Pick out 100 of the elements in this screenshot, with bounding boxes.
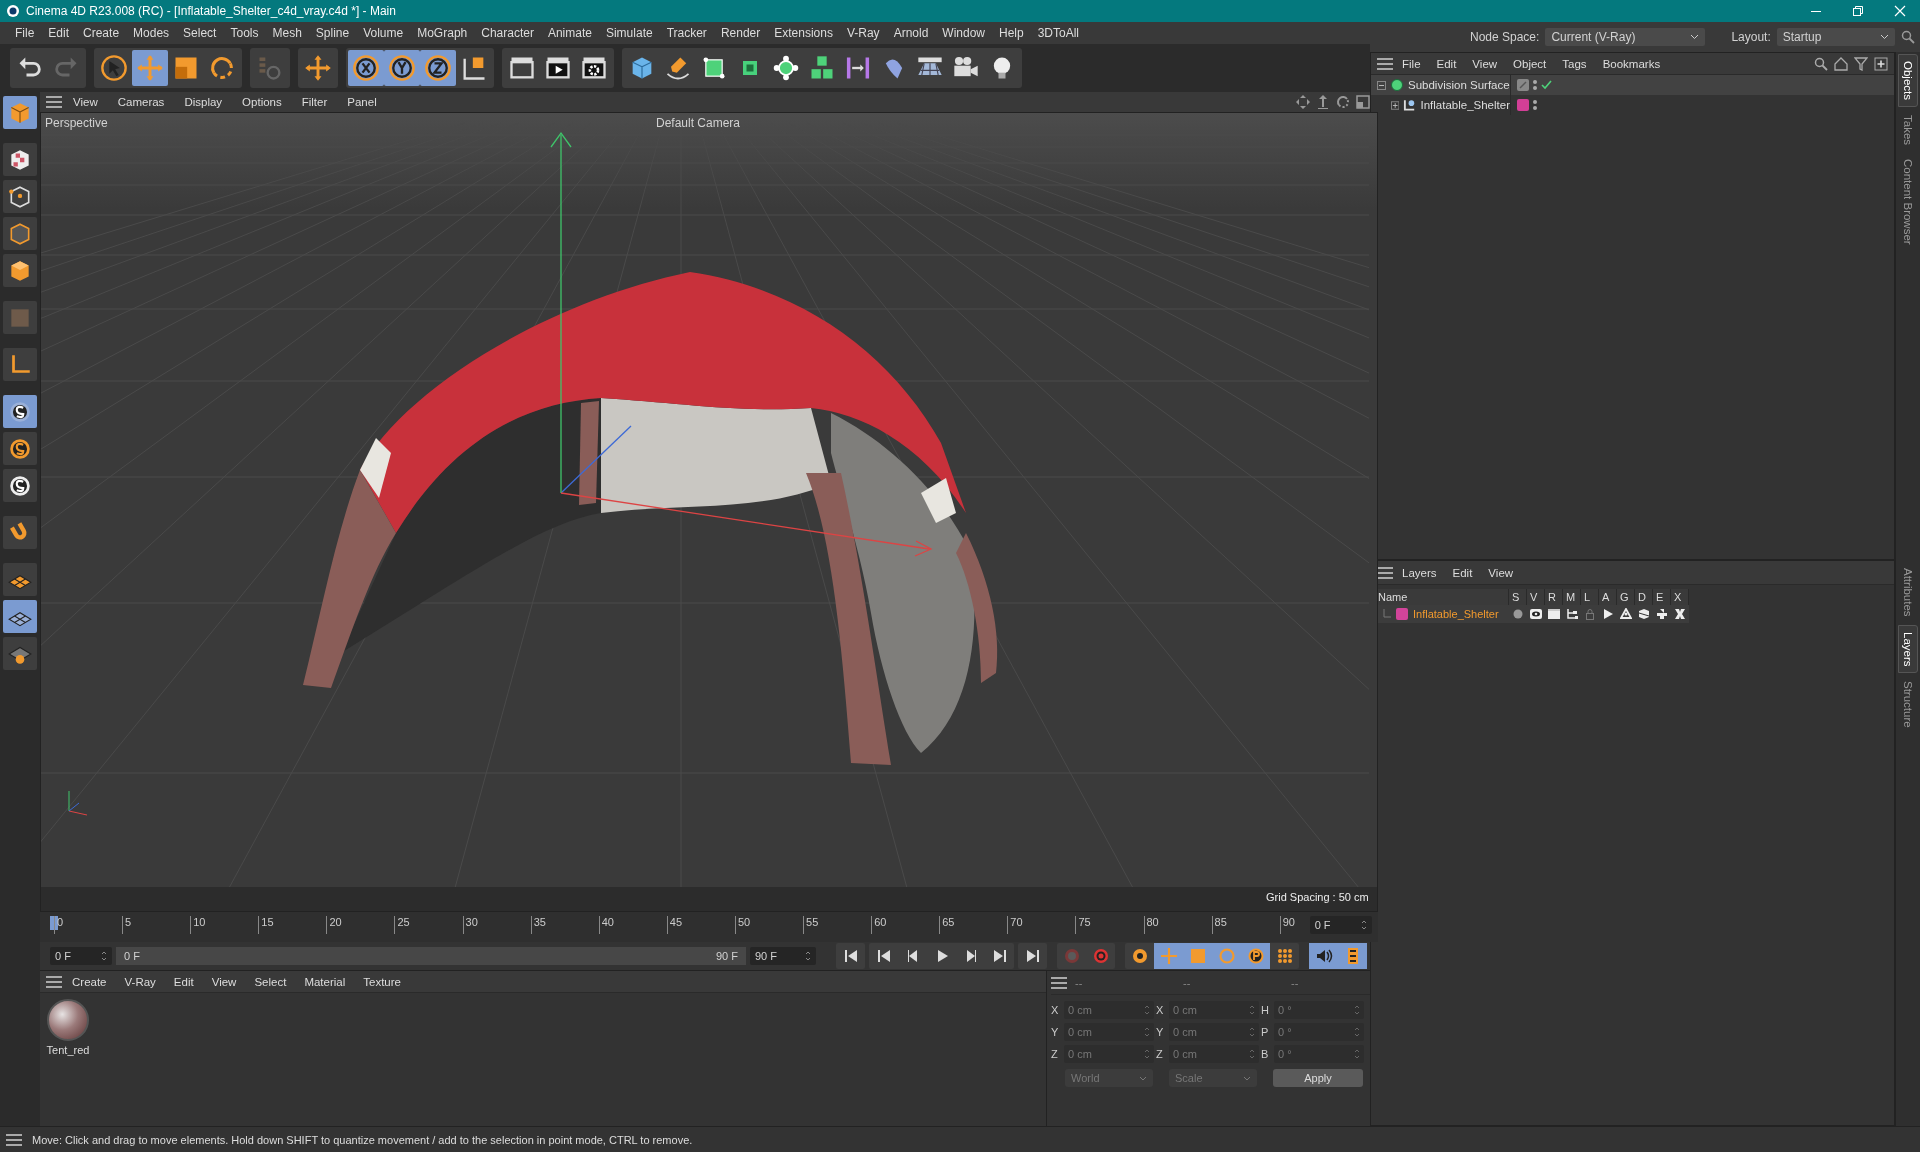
restore-icon[interactable]	[1852, 5, 1864, 17]
spinner-arrows-icon[interactable]	[805, 950, 811, 962]
spinner-arrows-icon[interactable]	[1354, 1048, 1360, 1060]
snap-settings-button[interactable]	[3, 432, 37, 465]
menu-item[interactable]: Animate	[540, 22, 599, 44]
node-space-dropdown[interactable]: Current (V-Ray)	[1545, 28, 1706, 46]
menu-item[interactable]: Edit	[41, 22, 77, 44]
objects-menu-item[interactable]: File	[1395, 57, 1428, 70]
layout-dropdown[interactable]: Startup	[1776, 28, 1895, 46]
expression-icon[interactable]	[1656, 608, 1668, 620]
menu-item[interactable]: File	[8, 22, 42, 44]
menu-item[interactable]: Simulate	[598, 22, 660, 44]
materials-menu-item[interactable]: Create	[64, 975, 115, 988]
search-icon[interactable]	[1900, 30, 1915, 44]
sound-button[interactable]	[1309, 943, 1338, 969]
materials-menu-item[interactable]: Select	[246, 975, 295, 988]
menu-item[interactable]: Volume	[356, 22, 411, 44]
lock-icon[interactable]	[1584, 608, 1596, 620]
menu-item[interactable]: Tracker	[659, 22, 714, 44]
viewport-menu-item[interactable]: Options	[233, 96, 291, 108]
menu-item[interactable]: Select	[176, 22, 224, 44]
materials-menu-item[interactable]: Texture	[355, 975, 409, 988]
column-header[interactable]: G	[1617, 589, 1635, 605]
hierarchy-icon[interactable]	[1566, 608, 1578, 620]
side-tab[interactable]: Structure	[1899, 675, 1917, 734]
column-header[interactable]: V	[1527, 589, 1545, 605]
materials-menu-item[interactable]: Edit	[165, 975, 202, 988]
layers-menu-item[interactable]: View	[1481, 566, 1521, 579]
spinner-arrows-icon[interactable]	[1249, 1026, 1255, 1038]
spinner-arrows-icon[interactable]	[1144, 1026, 1150, 1038]
materials-menu-icon[interactable]	[46, 975, 62, 988]
layer-color-swatch[interactable]	[1517, 99, 1529, 111]
menu-item[interactable]: MoGraph	[410, 22, 475, 44]
menu-item[interactable]: Help	[992, 22, 1031, 44]
spinner-arrows-icon[interactable]	[1249, 1048, 1255, 1060]
objects-menu-icon[interactable]	[1377, 57, 1393, 70]
column-header[interactable]: X	[1671, 589, 1689, 605]
menu-item[interactable]: V-Ray	[839, 22, 887, 44]
apply-button[interactable]: Apply	[1273, 1069, 1363, 1087]
spinner-arrows-icon[interactable]	[101, 950, 107, 962]
layers-menu-icon[interactable]	[1377, 566, 1393, 579]
side-tab[interactable]: Takes	[1899, 109, 1917, 152]
locked-workplane-button[interactable]	[3, 637, 37, 670]
column-header[interactable]: R	[1545, 589, 1563, 605]
timeline-film-button[interactable]	[1338, 943, 1367, 969]
materials-menu-item[interactable]: V-Ray	[116, 975, 164, 988]
polygon-mode-button[interactable]	[3, 254, 37, 287]
current-frame-field[interactable]: 0 F	[1309, 916, 1372, 934]
frame-range-field[interactable]: 0 F 90 F	[116, 947, 746, 965]
column-header[interactable]: M	[1563, 589, 1581, 605]
objects-menu-item[interactable]: Edit	[1429, 57, 1464, 70]
column-header[interactable]: L	[1581, 589, 1599, 605]
z-axis-button[interactable]	[420, 50, 456, 86]
menu-item[interactable]: Mesh	[265, 22, 309, 44]
column-header[interactable]: D	[1635, 589, 1653, 605]
spinner-arrows-icon[interactable]	[1249, 1004, 1255, 1016]
objects-menu-item[interactable]: Tags	[1555, 57, 1594, 70]
material-swatch[interactable]	[47, 999, 89, 1041]
texture-mode-button[interactable]	[3, 143, 37, 176]
eye-icon[interactable]	[1530, 608, 1542, 620]
snap-toggle-button[interactable]	[3, 469, 37, 502]
menu-item[interactable]: Tools	[223, 22, 266, 44]
visibility-dots[interactable]	[1533, 100, 1537, 110]
spinner-arrows-icon[interactable]	[1360, 919, 1367, 931]
menu-item[interactable]: Arnold	[886, 22, 936, 44]
layers-menu-item[interactable]: Edit	[1445, 566, 1480, 579]
side-tab[interactable]: Content Browser	[1899, 153, 1917, 251]
home-icon[interactable]	[1834, 56, 1848, 71]
enabled-check-icon[interactable]	[1541, 80, 1552, 90]
viewport-menu-item[interactable]: Filter	[292, 96, 337, 108]
layers-menu-item[interactable]: Layers	[1395, 566, 1444, 579]
materials-menu-item[interactable]: View	[203, 975, 245, 988]
objects-menu-item[interactable]: Object	[1506, 57, 1554, 70]
close-icon[interactable]	[1894, 5, 1906, 17]
viewport-menu-item[interactable]: Display	[175, 96, 232, 108]
objects-menu-item[interactable]: View	[1465, 57, 1505, 70]
solo-icon[interactable]	[1512, 608, 1524, 620]
menu-item[interactable]: Window	[935, 22, 992, 44]
coordinates-menu-icon[interactable]	[1051, 976, 1067, 989]
spinner-arrows-icon[interactable]	[1354, 1026, 1360, 1038]
column-header[interactable]: S	[1509, 589, 1527, 605]
x-axis-button[interactable]	[348, 50, 384, 86]
spinner-arrows-icon[interactable]	[1144, 1004, 1150, 1016]
viewport-menu-icon[interactable]	[46, 96, 62, 108]
side-tab[interactable]: Attributes	[1899, 562, 1917, 623]
grid-plane-button[interactable]	[3, 600, 37, 633]
xref-icon[interactable]	[1674, 608, 1686, 620]
expand-icon[interactable]	[1391, 100, 1400, 110]
menu-item[interactable]: Spline	[308, 22, 357, 44]
menu-item[interactable]: Extensions	[767, 22, 840, 44]
viewport-menu-item[interactable]: Cameras	[108, 96, 174, 108]
spinner-arrows-icon[interactable]	[1144, 1048, 1150, 1060]
end-frame-field[interactable]: 90 F	[750, 947, 816, 965]
generator-icon[interactable]	[1620, 608, 1632, 620]
visibility-dots[interactable]	[1533, 80, 1537, 90]
side-tab[interactable]: Layers	[1898, 624, 1918, 674]
menu-item[interactable]: Render	[713, 22, 768, 44]
point-mode-button[interactable]	[3, 180, 37, 213]
dolly-icon[interactable]	[1315, 95, 1330, 109]
side-tab[interactable]: Objects	[1898, 54, 1918, 107]
